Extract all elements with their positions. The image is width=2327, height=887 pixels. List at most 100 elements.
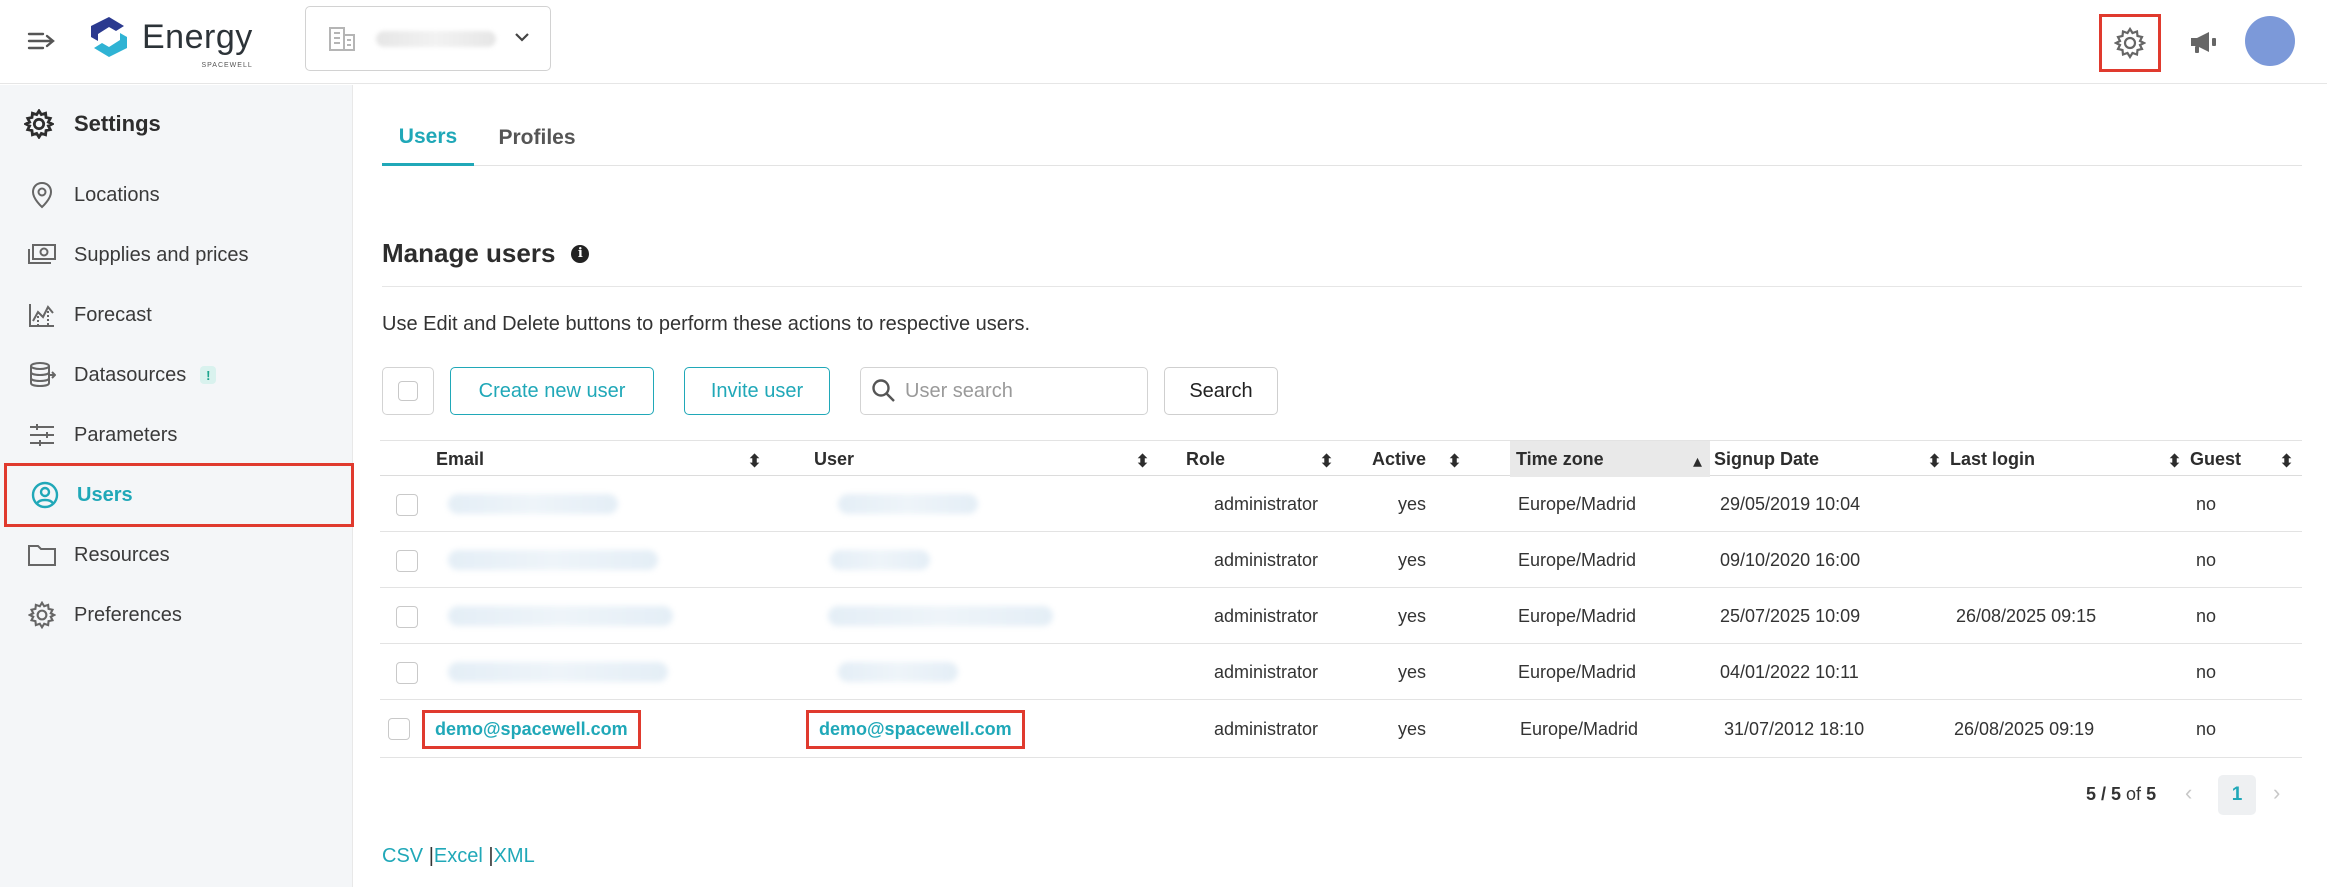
column-header-signup[interactable]: Signup Date ⬍ <box>1710 441 1950 477</box>
tab-profiles[interactable]: Profiles <box>492 110 582 166</box>
timezone-cell: Europe/Madrid <box>1518 605 1637 626</box>
page-title: Manage users i <box>382 238 590 269</box>
export-csv-link[interactable]: CSV <box>382 845 423 867</box>
user-cell[interactable] <box>838 644 958 700</box>
table-row[interactable]: demo@spacewell.com demo@spacewell.com ad… <box>380 700 2302 758</box>
page-title-text: Manage users <box>382 238 556 268</box>
guest-cell: no <box>2196 605 2217 626</box>
table-row[interactable]: administrator yes Europe/Madrid 29/05/20… <box>380 476 2302 532</box>
location-pin-icon <box>26 179 58 211</box>
invite-user-button[interactable]: Invite user <box>684 367 830 415</box>
user-cell[interactable] <box>828 588 1053 644</box>
menu-collapse-icon[interactable] <box>24 24 60 58</box>
prev-page-icon[interactable]: ‹ <box>2185 780 2192 806</box>
sidebar-item-forecast[interactable]: Forecast <box>4 285 354 345</box>
email-cell[interactable]: demo@spacewell.com <box>422 700 641 758</box>
column-header-user[interactable]: User ⬍ <box>770 441 1158 477</box>
email-value-redacted <box>448 662 668 682</box>
divider <box>382 286 2302 287</box>
info-icon[interactable]: i <box>571 244 590 263</box>
sidebar-item-label: Parameters <box>74 423 178 446</box>
tab-users[interactable]: Users <box>382 110 474 166</box>
create-user-button[interactable]: Create new user <box>450 367 654 415</box>
sort-asc-icon: ▴ <box>1692 451 1702 471</box>
email-cell[interactable] <box>448 476 618 532</box>
user-circle-icon <box>29 479 61 511</box>
user-link[interactable]: demo@spacewell.com <box>806 709 1025 749</box>
search-button[interactable]: Search <box>1164 367 1278 415</box>
active-cell: yes <box>1398 661 1427 682</box>
pagination-total: 5 <box>2146 784 2157 804</box>
pagination-summary: 5 / 5 of 5 <box>2086 784 2156 805</box>
building-icon <box>329 26 355 51</box>
site-selector-value <box>376 30 496 47</box>
row-checkbox[interactable] <box>396 550 418 572</box>
email-value-redacted <box>448 606 673 626</box>
active-cell: yes <box>1398 549 1427 570</box>
table-row[interactable]: administrator yes Europe/Madrid 09/10/20… <box>380 532 2302 588</box>
row-checkbox[interactable] <box>396 606 418 628</box>
export-excel-link[interactable]: Excel <box>434 845 483 867</box>
avatar[interactable] <box>2245 16 2295 66</box>
row-checkbox[interactable] <box>396 494 418 516</box>
user-cell[interactable]: demo@spacewell.com <box>806 700 1025 758</box>
sidebar-item-supplies[interactable]: Supplies and prices <box>4 225 354 285</box>
user-cell[interactable] <box>830 532 930 588</box>
user-cell[interactable] <box>838 476 978 532</box>
brand-logo[interactable]: Energy SPACEWELL <box>86 14 253 69</box>
role-cell: administrator <box>1214 718 1319 739</box>
guest-cell: no <box>2196 493 2217 514</box>
timezone-cell: Europe/Madrid <box>1520 718 1639 739</box>
settings-gear-button[interactable] <box>2099 14 2161 72</box>
gear-icon <box>26 599 58 631</box>
signup-cell: 04/01/2022 10:11 <box>1720 661 1859 682</box>
signup-cell: 31/07/2012 18:10 <box>1724 718 1865 739</box>
sidebar-item-resources[interactable]: Resources <box>4 525 354 585</box>
money-icon <box>26 239 58 271</box>
row-checkbox[interactable] <box>388 718 410 740</box>
column-header-email[interactable]: Email ⬍ <box>380 441 770 477</box>
email-value-redacted <box>448 550 658 570</box>
sidebar-item-label: Resources <box>74 543 170 566</box>
tab-bar: Users Profiles <box>382 110 2302 166</box>
table-row[interactable]: administrator yes Europe/Madrid 25/07/20… <box>380 588 2302 644</box>
chart-icon <box>26 299 58 331</box>
sidebar-item-users[interactable]: Users <box>4 463 354 527</box>
announcements-button[interactable] <box>2183 22 2223 62</box>
database-icon <box>26 359 58 391</box>
column-header-active[interactable]: Active ⬍ <box>1342 441 1470 477</box>
column-header-role[interactable]: Role ⬍ <box>1158 441 1342 477</box>
export-xml-link[interactable]: XML <box>494 845 535 867</box>
column-header-last-login[interactable]: Last login ⬍ <box>1950 441 2190 477</box>
guest-cell: no <box>2196 661 2217 682</box>
page-number-button[interactable]: 1 <box>2218 775 2256 815</box>
user-search-field <box>860 367 1148 415</box>
sidebar-item-datasources[interactable]: Datasources ! <box>4 345 354 405</box>
user-value-redacted <box>838 662 958 682</box>
table-row[interactable]: administrator yes Europe/Madrid 04/01/20… <box>380 644 2302 700</box>
logo-mark-icon <box>91 17 127 57</box>
user-value-redacted <box>828 606 1053 626</box>
email-cell[interactable] <box>448 532 658 588</box>
column-header-timezone[interactable]: Time zone ▴ <box>1510 441 1710 477</box>
sidebar-item-preferences[interactable]: Preferences <box>4 585 354 645</box>
sidebar-item-locations[interactable]: Locations <box>4 165 354 225</box>
chevron-down-icon <box>515 33 529 42</box>
email-cell[interactable] <box>448 588 673 644</box>
column-header-guest[interactable]: Guest ⬍ <box>2190 441 2302 477</box>
row-checkbox[interactable] <box>396 662 418 684</box>
email-cell[interactable] <box>448 644 668 700</box>
brand-name: Energy SPACEWELL <box>142 17 253 69</box>
search-input[interactable] <box>905 379 1125 403</box>
sidebar-item-parameters[interactable]: Parameters <box>4 405 354 465</box>
site-selector[interactable] <box>305 6 551 71</box>
sidebar-item-label: Forecast <box>74 303 152 326</box>
select-all-checkbox[interactable] <box>382 367 434 415</box>
email-link[interactable]: demo@spacewell.com <box>422 709 641 749</box>
next-page-icon[interactable]: › <box>2273 780 2280 806</box>
last-login-cell: 26/08/2025 09:15 <box>1956 605 2097 626</box>
sort-icon: ⬍ <box>1134 451 1150 471</box>
active-cell: yes <box>1398 718 1427 739</box>
top-bar: Energy SPACEWELL <box>0 0 2327 84</box>
sidebar-item-label: Supplies and prices <box>74 243 249 266</box>
